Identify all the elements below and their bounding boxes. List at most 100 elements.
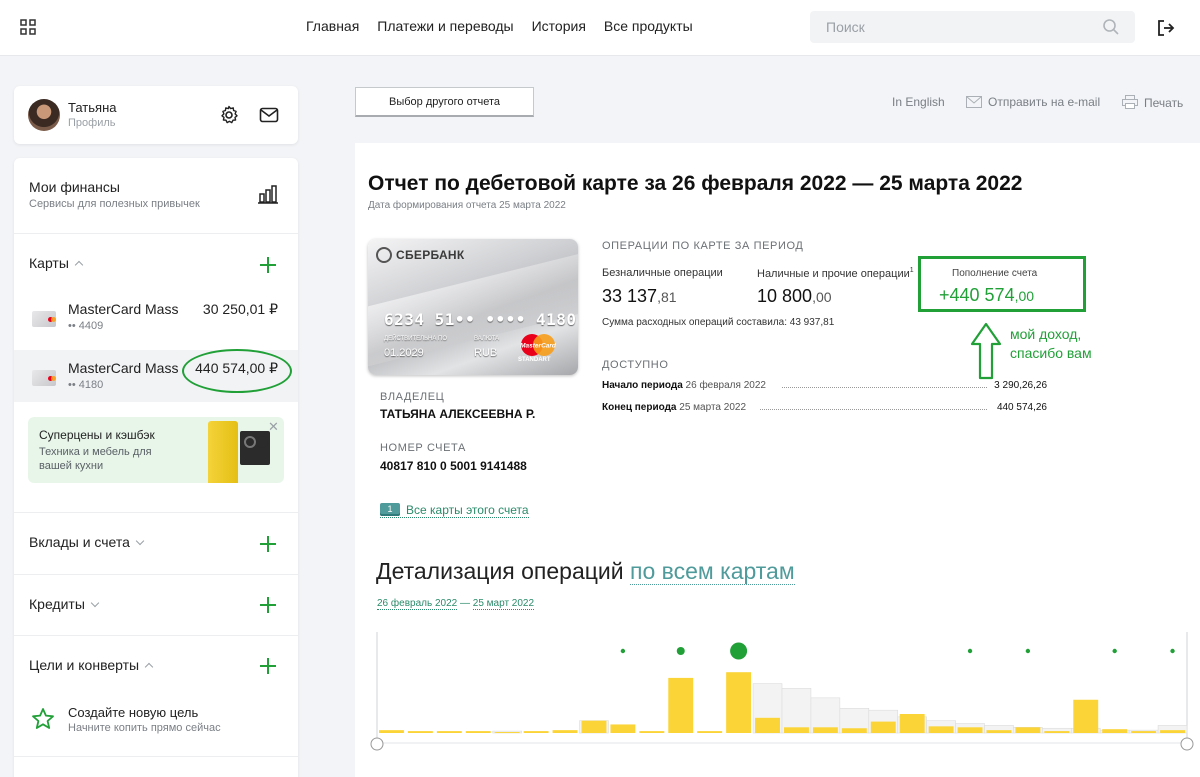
- yellow-bar: [841, 728, 867, 733]
- chevron-down-icon: [135, 536, 145, 546]
- yellow-bar: [784, 727, 809, 733]
- email-link[interactable]: Отправить на e-mail: [966, 95, 1100, 109]
- gear-icon[interactable]: [219, 105, 239, 125]
- card-name: MasterCard Mass: [68, 360, 179, 376]
- bar-chart-icon[interactable]: [258, 184, 278, 204]
- owner-name: ТАТЬЯНА АЛЕКСЕЕВНА Р.: [380, 407, 536, 421]
- yellow-bar: [928, 726, 954, 733]
- close-icon[interactable]: ✕: [268, 419, 279, 435]
- card-name: MasterCard Mass: [68, 301, 179, 317]
- profile-card[interactable]: Татьяна Профиль: [14, 86, 298, 144]
- new-goal-title[interactable]: Создайте новую цель: [68, 705, 198, 720]
- mastercard-logo-icon: MasterCard: [520, 334, 557, 356]
- add-deposit-plus-icon[interactable]: [260, 536, 276, 552]
- nav-item-payments[interactable]: Платежи и переводы: [377, 18, 513, 34]
- credits-section-title[interactable]: Кредиты: [29, 596, 100, 612]
- up-arrow-icon: [970, 322, 1002, 380]
- available-start-row: Начало периода 26 февраля 2022 3 290,26,…: [602, 380, 1047, 391]
- mail-icon[interactable]: [259, 106, 279, 124]
- nav-item-history[interactable]: История: [532, 18, 586, 34]
- yellow-bar: [465, 731, 491, 733]
- yellow-bar: [1160, 730, 1185, 733]
- card-number: •• 4409: [68, 320, 104, 332]
- divider: [14, 635, 298, 636]
- print-link-label: Печать: [1144, 96, 1184, 110]
- cards-title-label: Карты: [29, 255, 69, 271]
- promo-banner[interactable]: Суперцены и кэшбэк Техника и мебель для …: [28, 417, 284, 483]
- yellow-bar: [986, 730, 1012, 733]
- chart-dot: [730, 642, 748, 660]
- deposits-title-label: Вклады и счета: [29, 534, 130, 550]
- range-start[interactable]: 26 февраль 2022: [377, 598, 458, 610]
- finances-subtitle: Сервисы для полезных привычек: [29, 198, 200, 210]
- envelope-icon: [966, 96, 982, 108]
- goals-section-title[interactable]: Цели и конверты: [29, 657, 154, 673]
- chevron-up-icon: [144, 662, 154, 672]
- promo-subtitle: Техника и мебель для вашей кухни: [39, 446, 152, 472]
- chart-dot: [620, 648, 626, 654]
- cards-section-title[interactable]: Карты: [29, 255, 84, 271]
- add-card-plus-icon[interactable]: [260, 257, 276, 273]
- deposits-section-title[interactable]: Вклады и счета: [29, 534, 145, 550]
- annotation-text: мой доход, спасибо вам: [1010, 326, 1092, 361]
- currency-label: ВАЛЮТА: [474, 336, 500, 342]
- card-balance: 30 250,01 ₽: [202, 301, 278, 317]
- divider: [14, 512, 298, 513]
- main-nav: Главная Платежи и переводы История Все п…: [306, 18, 693, 34]
- print-link[interactable]: Печать: [1122, 95, 1183, 110]
- range-end[interactable]: 25 март 2022: [472, 598, 535, 610]
- nav-item-all-products[interactable]: Все продукты: [604, 18, 693, 34]
- card-row-4409[interactable]: MasterCard Mass •• 4409 30 250,01 ₽: [14, 291, 298, 343]
- avatar[interactable]: [28, 99, 60, 131]
- yellow-bar: [726, 672, 752, 733]
- finances-title[interactable]: Мои финансы: [29, 179, 120, 195]
- end-amount: 440 574,26: [996, 402, 1047, 413]
- nav-item-home[interactable]: Главная: [306, 18, 359, 34]
- yellow-bar: [494, 732, 520, 733]
- available-end-row: Конец периода 25 марта 2022 440 574,26: [602, 402, 1047, 413]
- search-input[interactable]: [810, 11, 1135, 43]
- cash-label-text: Наличные и прочие операции: [757, 268, 910, 280]
- bank-card-image: СБЕРБАНК 6234 51•• •••• 4180 ДЕЙСТВИТЕЛЬ…: [368, 239, 578, 375]
- yellow-bar: [1015, 727, 1041, 733]
- card-row-4180[interactable]: MasterCard Mass •• 4180 440 574,00 ₽: [14, 350, 298, 402]
- date-range[interactable]: 26 февраль 2022 — 25 март 2022: [377, 598, 535, 610]
- cash-frac: ,00: [812, 289, 832, 305]
- choose-report-button[interactable]: Выбор другого отчета: [355, 87, 534, 117]
- yellow-bar: [668, 677, 694, 733]
- range-handle-left: [370, 737, 384, 751]
- range-separator: —: [459, 598, 470, 609]
- yellow-bar: [436, 731, 462, 733]
- yellow-bar: [523, 731, 549, 733]
- yellow-bar: [639, 731, 665, 733]
- profile-subtitle: Профиль: [68, 117, 116, 129]
- yellow-bar: [581, 720, 607, 733]
- divider: [14, 756, 298, 757]
- add-credit-plus-icon[interactable]: [260, 597, 276, 613]
- english-link[interactable]: In English: [892, 95, 945, 109]
- handwritten-annotation: мой доход, спасибо вам: [1010, 325, 1130, 363]
- detail-title: Детализация операций по всем картам: [376, 558, 795, 585]
- income-int: +440 574: [939, 285, 1015, 305]
- all-cards-link[interactable]: 1 Все карты этого счета: [380, 503, 529, 518]
- stove-image: [240, 431, 270, 465]
- star-icon[interactable]: [31, 707, 55, 731]
- end-label: Конец периода: [602, 402, 677, 413]
- end-date: 25 марта 2022: [679, 402, 746, 413]
- goals-title-label: Цели и конверты: [29, 657, 140, 673]
- income-value: +440 574,00: [939, 285, 1034, 306]
- start-date: 26 февраля 2022: [685, 380, 766, 391]
- chevron-down-icon: [90, 598, 100, 608]
- card-tier: STANDART: [518, 357, 551, 363]
- yellow-bar: [379, 730, 404, 733]
- yellow-bar: [1131, 731, 1157, 733]
- apps-grid-icon[interactable]: [20, 19, 36, 35]
- cash-label: Наличные и прочие операции1: [757, 267, 914, 280]
- logout-icon[interactable]: [1156, 18, 1176, 38]
- search-icon[interactable]: [1102, 18, 1120, 36]
- fridge-image: [208, 421, 238, 483]
- all-cards-filter-link[interactable]: по всем картам: [630, 558, 795, 585]
- currency: RUB: [474, 347, 498, 359]
- credits-title-label: Кредиты: [29, 596, 85, 612]
- add-goal-plus-icon[interactable]: [260, 658, 276, 674]
